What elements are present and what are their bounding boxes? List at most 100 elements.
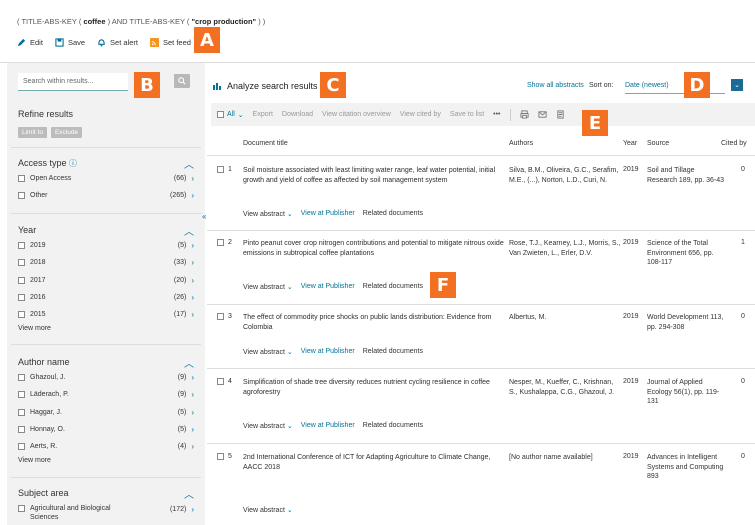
source[interactable]: Science of the Total Environment 656, pp… bbox=[647, 239, 725, 268]
checkbox[interactable] bbox=[18, 374, 25, 382]
chevron-up-icon[interactable]: ︿ bbox=[184, 355, 194, 370]
source[interactable]: Advances in Intelligent Systems and Comp… bbox=[647, 453, 725, 482]
view-abstract-link[interactable]: View abstract ⌄ bbox=[243, 506, 293, 514]
chevron-right-icon[interactable]: › bbox=[191, 258, 194, 267]
chevron-right-icon[interactable]: › bbox=[191, 442, 194, 451]
limit-to-button[interactable]: Limit to bbox=[18, 127, 47, 138]
set-alert-button[interactable]: Set alert bbox=[97, 38, 138, 47]
chevron-right-icon[interactable]: › bbox=[191, 276, 194, 285]
source[interactable]: Journal of Applied Ecology 56(1), pp. 11… bbox=[647, 378, 725, 407]
chevron-right-icon[interactable]: › bbox=[191, 373, 194, 382]
checkbox[interactable] bbox=[217, 166, 224, 173]
facet-item[interactable]: 2018 (33) › bbox=[18, 254, 194, 271]
authors[interactable]: Albertus, M. bbox=[509, 313, 621, 323]
checkbox[interactable] bbox=[18, 192, 25, 200]
select-all-dropdown[interactable]: All ⌄ bbox=[217, 111, 244, 119]
email-icon[interactable] bbox=[537, 110, 547, 119]
document-title[interactable]: The effect of commodity price shocks on … bbox=[243, 313, 505, 332]
checkbox[interactable] bbox=[18, 294, 25, 302]
checkbox[interactable] bbox=[18, 443, 25, 451]
related-documents-link[interactable]: Related documents bbox=[363, 283, 423, 291]
facet-item[interactable]: Aerts, R. (4) › bbox=[18, 438, 194, 455]
facet-item[interactable]: Ghazoul, J. (9) › bbox=[18, 369, 194, 386]
checkbox[interactable] bbox=[217, 239, 224, 246]
view-abstract-link[interactable]: View abstract ⌄ bbox=[243, 283, 293, 291]
view-at-publisher-link[interactable]: View at Publisher bbox=[301, 422, 355, 430]
chevron-right-icon[interactable]: › bbox=[191, 174, 194, 183]
checkbox[interactable] bbox=[217, 111, 224, 118]
set-feed-button[interactable]: Set feed bbox=[149, 38, 191, 47]
checkbox[interactable] bbox=[217, 313, 224, 320]
chevron-right-icon[interactable]: › bbox=[191, 408, 194, 417]
chevron-right-icon[interactable]: › bbox=[191, 241, 194, 250]
document-title[interactable]: Pinto peanut cover crop nitrogen contrib… bbox=[243, 239, 505, 258]
checkbox[interactable] bbox=[18, 259, 25, 267]
document-title[interactable]: Soil moisture associated with least limi… bbox=[243, 166, 505, 185]
chevron-right-icon[interactable]: › bbox=[191, 390, 194, 399]
sort-select[interactable]: Date (newest) bbox=[625, 82, 725, 94]
show-all-abstracts-link[interactable]: Show all abstracts bbox=[527, 82, 584, 89]
bibliography-icon[interactable] bbox=[556, 110, 565, 119]
facet-item[interactable]: Honnay, O. (5) › bbox=[18, 421, 194, 438]
chevron-up-icon[interactable]: ︿ bbox=[184, 156, 194, 171]
facet-item[interactable]: Agricultural and Biological Sciences (172… bbox=[18, 500, 194, 521]
related-documents-link[interactable]: Related documents bbox=[363, 348, 423, 356]
facet-item[interactable]: Other (265) › bbox=[18, 187, 194, 204]
checkbox[interactable] bbox=[18, 408, 25, 416]
source[interactable]: Soil and Tillage Research 189, pp. 36-43 bbox=[647, 166, 725, 185]
view-at-publisher-link[interactable]: View at Publisher bbox=[301, 283, 355, 291]
exclude-button[interactable]: Exclude bbox=[50, 127, 83, 138]
column-header-source[interactable]: Source bbox=[647, 140, 669, 147]
collapse-sidebar-icon[interactable]: « bbox=[202, 212, 206, 221]
facet-item[interactable]: Haggar, J. (5) › bbox=[18, 404, 194, 421]
source[interactable]: World Development 113, pp. 294-308 bbox=[647, 313, 725, 332]
chevron-up-icon[interactable]: ︿ bbox=[184, 223, 194, 238]
authors[interactable]: Rose, T.J., Kearney, L.J., Morris, S., V… bbox=[509, 239, 621, 258]
edit-button[interactable]: Edit bbox=[17, 38, 43, 47]
save-button[interactable]: Save bbox=[55, 38, 85, 47]
analyze-results-link[interactable]: Analyze search results bbox=[213, 81, 318, 91]
view-abstract-link[interactable]: View abstract ⌄ bbox=[243, 210, 293, 218]
facet-item[interactable]: Läderach, P. (9) › bbox=[18, 386, 194, 403]
view-more-link[interactable]: View more bbox=[18, 457, 194, 464]
citation-overview-button[interactable]: View citation overview bbox=[322, 111, 391, 118]
view-abstract-link[interactable]: View abstract ⌄ bbox=[243, 422, 293, 430]
save-to-list-button[interactable]: Save to list bbox=[450, 111, 484, 118]
chevron-right-icon[interactable]: › bbox=[191, 505, 194, 514]
view-abstract-link[interactable]: View abstract ⌄ bbox=[243, 348, 293, 356]
column-header-year[interactable]: Year bbox=[623, 140, 637, 147]
checkbox[interactable] bbox=[217, 453, 224, 460]
related-documents-link[interactable]: Related documents bbox=[363, 422, 423, 430]
document-title[interactable]: Simplification of shade tree diversity r… bbox=[243, 378, 505, 397]
view-more-link[interactable]: View more bbox=[18, 325, 194, 332]
authors[interactable]: Nesper, M., Kueffer, C., Krishnan, S., K… bbox=[509, 378, 621, 397]
view-at-publisher-link[interactable]: View at Publisher bbox=[301, 210, 355, 218]
chevron-right-icon[interactable]: › bbox=[191, 293, 194, 302]
facet-item[interactable]: Open Access (66) › bbox=[18, 170, 194, 187]
checkbox[interactable] bbox=[217, 378, 224, 385]
column-header-cited-by[interactable]: Cited by bbox=[721, 140, 747, 147]
checkbox[interactable] bbox=[18, 391, 25, 399]
download-button[interactable]: Download bbox=[282, 111, 313, 118]
checkbox[interactable] bbox=[18, 505, 25, 512]
chevron-right-icon[interactable]: › bbox=[191, 425, 194, 434]
checkbox[interactable] bbox=[18, 311, 25, 319]
print-icon[interactable] bbox=[519, 110, 529, 119]
facet-item[interactable]: 2019 (5) › bbox=[18, 237, 194, 254]
info-icon[interactable]: ⓘ bbox=[69, 159, 77, 168]
document-title[interactable]: 2nd International Conference of ICT for … bbox=[243, 453, 505, 472]
search-button[interactable] bbox=[174, 74, 190, 88]
facet-item[interactable]: 2017 (20) › bbox=[18, 272, 194, 289]
view-at-publisher-link[interactable]: View at Publisher bbox=[301, 348, 355, 356]
export-button[interactable]: Export bbox=[253, 111, 273, 118]
checkbox[interactable] bbox=[18, 426, 25, 434]
facet-item[interactable]: 2016 (26) › bbox=[18, 289, 194, 306]
chevron-right-icon[interactable]: › bbox=[191, 310, 194, 319]
checkbox[interactable] bbox=[18, 242, 25, 250]
authors[interactable]: Silva, B.M., Oliveira, G.C., Serafim, M.… bbox=[509, 166, 621, 185]
search-within-input[interactable]: Search within results... bbox=[18, 73, 128, 91]
view-cited-by-button[interactable]: View cited by bbox=[400, 111, 441, 118]
chevron-right-icon[interactable]: › bbox=[191, 191, 194, 200]
related-documents-link[interactable]: Related documents bbox=[363, 210, 423, 218]
checkbox[interactable] bbox=[18, 276, 25, 284]
